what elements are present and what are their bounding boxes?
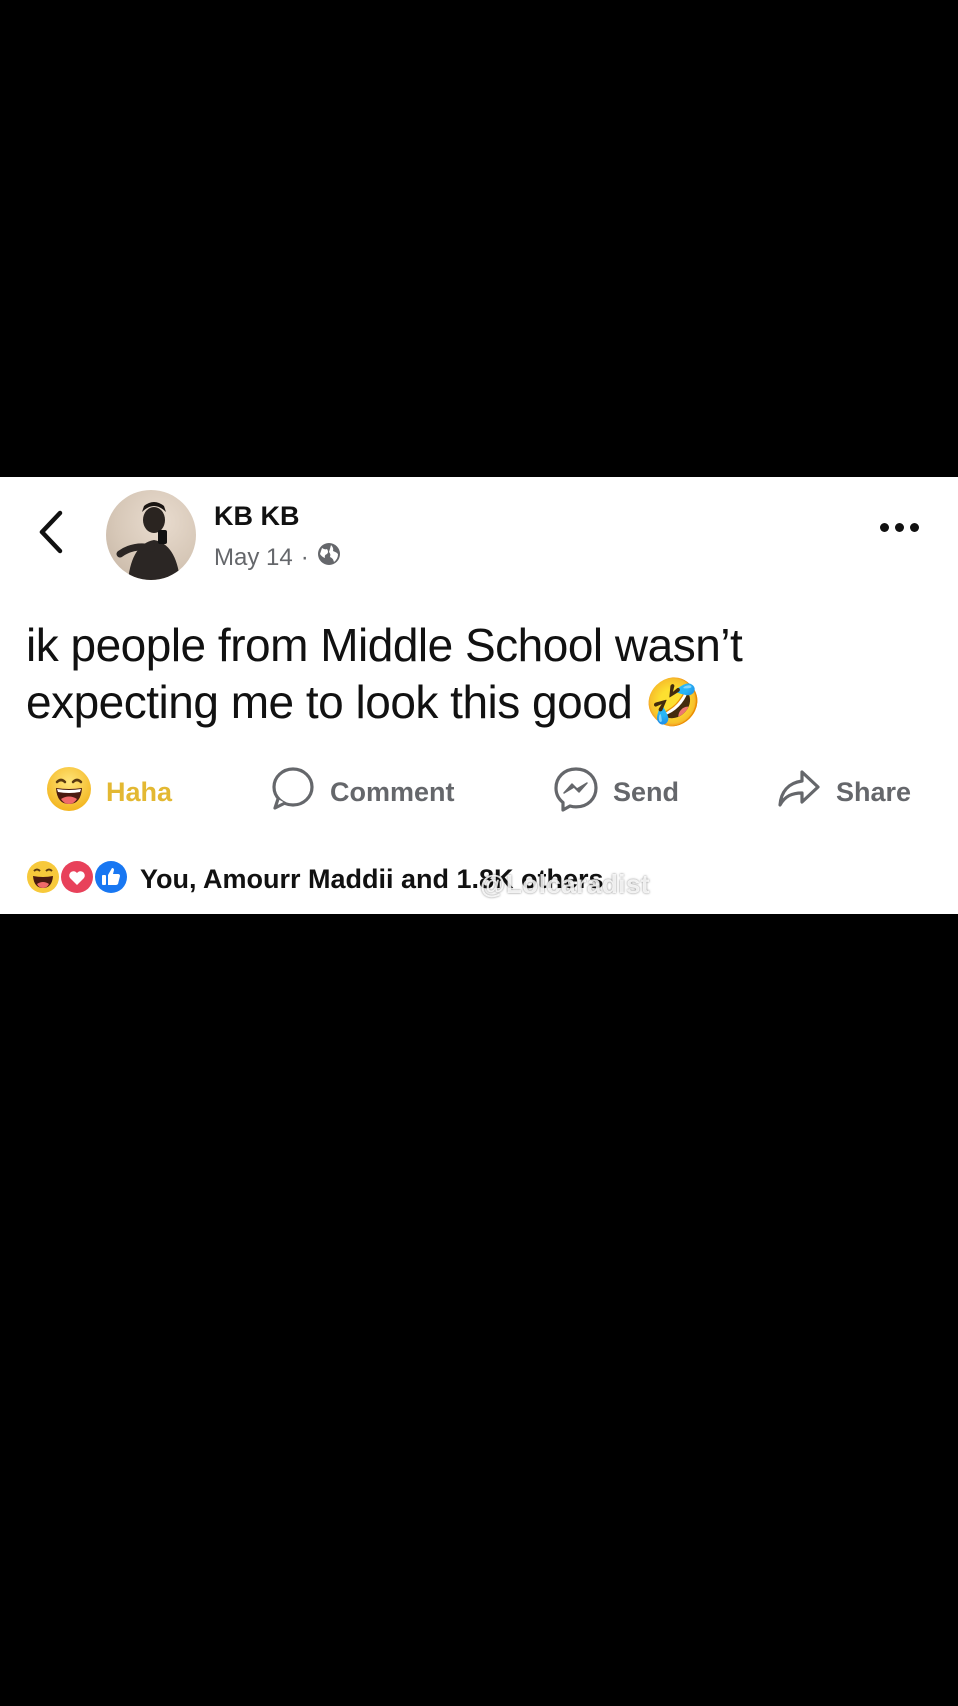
avatar[interactable] bbox=[106, 490, 196, 580]
share-arrow-icon bbox=[776, 766, 822, 819]
share-button[interactable]: Share bbox=[776, 757, 911, 827]
love-reaction-icon bbox=[58, 858, 96, 901]
haha-reaction-icon bbox=[24, 858, 62, 901]
post-meta: May 14 · bbox=[214, 542, 341, 573]
messenger-send-icon bbox=[553, 766, 599, 819]
send-label: Send bbox=[613, 776, 680, 807]
post-card: KB KB May 14 · ik people from Middle Sch… bbox=[0, 477, 958, 914]
haha-label: Haha bbox=[106, 776, 173, 807]
watermark: @Lolcaradist bbox=[480, 869, 651, 899]
more-icon[interactable] bbox=[880, 523, 919, 532]
haha-button[interactable]: Haha bbox=[46, 757, 172, 827]
haha-emoji-icon bbox=[46, 766, 92, 819]
action-bar: Haha Comment Send Share bbox=[0, 757, 958, 827]
share-label: Share bbox=[836, 776, 912, 807]
reaction-icons bbox=[24, 858, 129, 901]
comment-icon bbox=[270, 766, 316, 819]
globe-icon bbox=[317, 542, 341, 573]
author-name[interactable]: KB KB bbox=[214, 501, 300, 532]
post-text: ik people from Middle School wasn’t expe… bbox=[26, 619, 743, 728]
post-date[interactable]: May 14 bbox=[214, 544, 293, 572]
back-arrow-icon[interactable] bbox=[30, 507, 70, 557]
comment-label: Comment bbox=[330, 776, 455, 807]
send-button[interactable]: Send bbox=[553, 757, 679, 827]
like-reaction-icon bbox=[92, 858, 130, 901]
meta-separator: · bbox=[300, 543, 309, 571]
comment-button[interactable]: Comment bbox=[270, 757, 455, 827]
